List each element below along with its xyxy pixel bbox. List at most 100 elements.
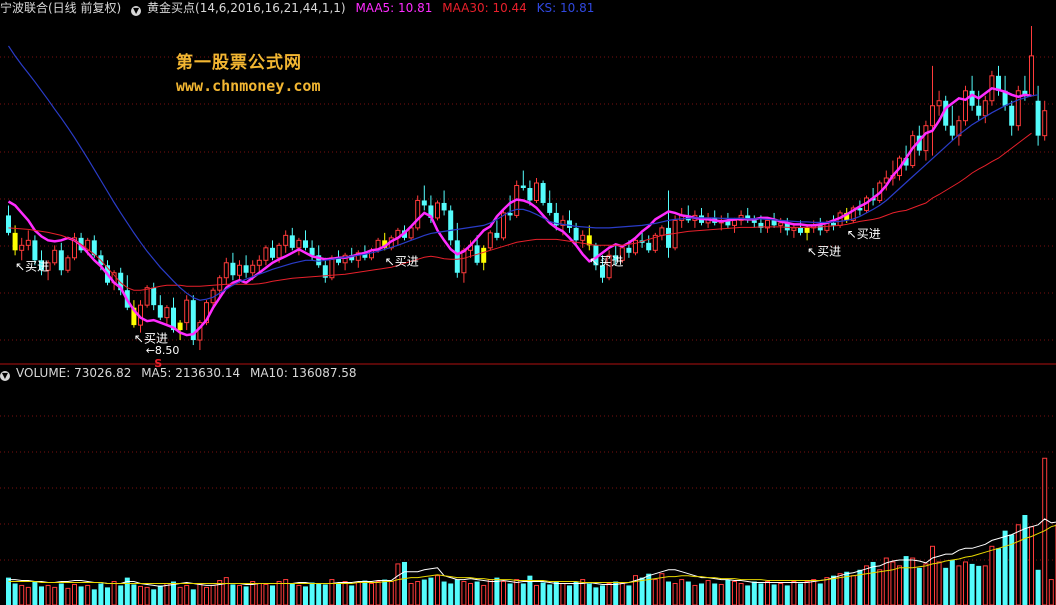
candle-body xyxy=(494,232,500,238)
volume-bar xyxy=(72,583,77,605)
candle-body xyxy=(659,227,665,236)
volume-bar xyxy=(382,579,388,605)
candle-body xyxy=(454,240,460,273)
volume-bar xyxy=(12,583,18,605)
candle-body xyxy=(633,239,638,254)
volume-bar xyxy=(798,583,803,605)
volume-bar xyxy=(567,585,572,605)
volume-bar xyxy=(679,579,685,605)
volume-bar xyxy=(448,583,454,605)
volume-bar xyxy=(956,565,962,605)
volume-bar xyxy=(1048,579,1054,605)
volume-bar xyxy=(435,575,440,605)
volume-bar xyxy=(461,581,467,605)
volume-bar xyxy=(791,581,797,605)
volume-settings-icon[interactable]: ▼ xyxy=(0,371,10,381)
candle-body xyxy=(817,225,823,231)
candle-body xyxy=(804,227,810,233)
candle-body xyxy=(534,182,539,201)
volume-bar xyxy=(468,582,473,605)
candle-body xyxy=(982,100,988,117)
volume-bar xyxy=(930,545,935,605)
volume-bar xyxy=(151,589,157,605)
volume-bar xyxy=(237,584,242,605)
stock-chart[interactable]: ↖买进↖买进↖买进 ↖买进↖买进↖买进←8.50S xyxy=(0,0,1056,605)
volume-bar xyxy=(342,581,348,605)
candle-body xyxy=(547,202,553,213)
volume-bar xyxy=(210,584,216,605)
volume-bar xyxy=(91,589,97,605)
candle-body xyxy=(276,244,282,259)
volume-bar xyxy=(25,586,31,605)
volume-bar xyxy=(692,584,698,605)
candle-body xyxy=(243,265,249,273)
candle-body xyxy=(976,105,982,116)
volume-bar xyxy=(481,584,487,605)
volume-bar xyxy=(586,583,592,605)
candle-body xyxy=(732,219,737,226)
volume-bar xyxy=(897,565,902,605)
volume-bar xyxy=(943,567,949,605)
candle-body xyxy=(481,247,487,263)
candle-body xyxy=(923,125,929,152)
volume-bar xyxy=(408,582,414,605)
indicator-settings-icon[interactable]: ▼ xyxy=(131,6,142,16)
volume-bar xyxy=(613,581,619,605)
volume-bar xyxy=(824,577,830,605)
buy-signal-label: ↖买进 xyxy=(847,227,881,241)
volume-bar xyxy=(388,581,394,605)
volume-bar xyxy=(738,582,744,605)
volume-bar xyxy=(316,583,322,605)
buy-signal-label: ↖买进 xyxy=(385,254,419,268)
candle-body xyxy=(250,264,256,274)
candle-body xyxy=(626,247,632,253)
candle-body xyxy=(1009,105,1015,126)
volume-bar xyxy=(890,561,896,605)
volume-bar xyxy=(976,565,982,605)
price-panel-header: 宁波联合(日线 前复权) ▼ 黄金买点(14,6,2016,16,21,44,1,… xyxy=(0,1,600,16)
volume-bar xyxy=(45,584,51,605)
volume-bar xyxy=(322,584,328,605)
volume-bar xyxy=(369,582,374,605)
volume-bar xyxy=(593,587,599,605)
candle-body xyxy=(1042,110,1048,137)
volume-bar xyxy=(718,583,724,605)
candle-body xyxy=(217,277,223,291)
volume-bar xyxy=(204,586,209,605)
volume-bar xyxy=(963,561,968,605)
volume-readout: VOLUME: 73026.82 xyxy=(16,366,132,380)
candle-body xyxy=(270,247,275,258)
low-price-label: ←8.50 xyxy=(146,344,180,357)
candle-body xyxy=(237,264,242,276)
candle-body xyxy=(184,299,190,324)
volume-bar xyxy=(395,563,401,605)
candle-body xyxy=(751,220,757,223)
volume-bar xyxy=(989,545,995,605)
volume-bar xyxy=(98,583,104,605)
volume-bar xyxy=(197,582,203,605)
volume-bar xyxy=(507,583,513,605)
volume-bar xyxy=(131,584,137,605)
volume-bar xyxy=(276,581,282,605)
volume-bar xyxy=(184,584,190,605)
candle-body xyxy=(527,188,533,201)
volume-bar xyxy=(771,584,777,605)
volume-bar xyxy=(969,563,975,605)
volume-bar xyxy=(454,579,460,605)
volume-bar xyxy=(804,581,810,605)
volume-bar xyxy=(263,583,269,605)
volume-bar xyxy=(534,584,539,605)
vol-ma10-readout: MA10: 136087.58 xyxy=(249,366,357,380)
candle-body xyxy=(164,307,170,319)
volume-bar xyxy=(626,585,632,605)
maa30-readout: MAA30: 10.44 xyxy=(442,1,527,15)
volume-bar xyxy=(190,589,196,605)
volume-bar xyxy=(910,557,916,605)
line-maa5 xyxy=(7,86,1032,337)
volume-bar xyxy=(105,587,110,605)
volume-bar xyxy=(817,583,823,605)
candle-body xyxy=(223,262,229,279)
volume-bar xyxy=(712,583,718,605)
candle-body xyxy=(580,234,586,241)
volume-bar xyxy=(639,577,645,605)
